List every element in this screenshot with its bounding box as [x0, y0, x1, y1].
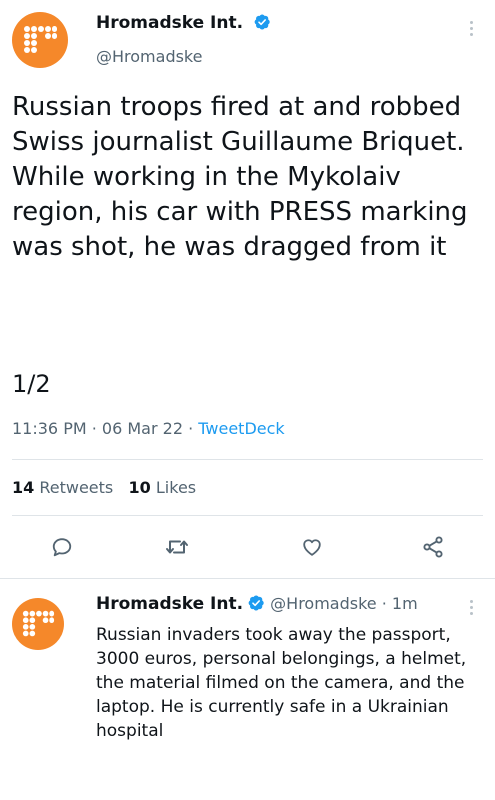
hromadske-logo-icon — [22, 610, 55, 637]
retweets-label: Retweets — [39, 478, 114, 497]
display-name[interactable]: Hromadske Int. — [96, 594, 243, 614]
more-options-icon[interactable] — [470, 600, 474, 615]
tweet-time[interactable]: 11:36 PM — [12, 419, 87, 438]
reply-icon — [52, 538, 72, 557]
handle[interactable]: @Hromadske — [270, 594, 376, 613]
handle[interactable]: @Hromadske — [96, 47, 202, 66]
verified-badge-icon — [248, 595, 264, 611]
avatar[interactable] — [12, 598, 64, 650]
retweet-button[interactable] — [162, 532, 192, 562]
divider — [0, 578, 495, 579]
separator-dot: · — [381, 594, 387, 613]
tweet-age[interactable]: 1m — [392, 594, 418, 613]
tweet-date[interactable]: 06 Mar 22 — [102, 419, 183, 438]
retweets-stat[interactable]: 14 Retweets — [12, 478, 113, 497]
display-name-text: Hromadske Int. — [96, 13, 244, 33]
like-button[interactable] — [297, 532, 327, 562]
likes-count: 10 — [128, 478, 151, 497]
tweet-text: Russian troops fired at and robbed Swiss… — [12, 92, 468, 262]
display-name[interactable]: Hromadske Int. — [96, 13, 271, 33]
engagement-stats: 14 Retweets 10 Likes — [12, 478, 196, 497]
reply-button[interactable] — [47, 532, 77, 562]
retweets-count: 14 — [12, 478, 35, 497]
retweet-icon — [166, 540, 188, 554]
tweet-source-link[interactable]: TweetDeck — [198, 419, 284, 438]
tweet-metadata: 11:36 PM · 06 Mar 22 · TweetDeck — [12, 419, 285, 438]
likes-label: Likes — [155, 478, 197, 497]
more-options-icon[interactable] — [470, 21, 474, 36]
reply-header: Hromadske Int. @Hromadske · 1m — [96, 594, 418, 614]
hromadske-logo-icon — [24, 26, 57, 53]
share-icon — [423, 536, 443, 558]
thread-count: 1/2 — [12, 370, 51, 398]
verified-badge-icon — [254, 14, 270, 30]
avatar[interactable] — [12, 12, 68, 68]
divider — [12, 515, 483, 516]
share-button[interactable] — [418, 532, 448, 562]
like-heart-icon — [303, 539, 321, 556]
likes-stat[interactable]: 10 Likes — [129, 478, 197, 497]
divider — [12, 459, 483, 460]
reply-tweet-text: Russian invaders took away the passport,… — [96, 625, 467, 741]
